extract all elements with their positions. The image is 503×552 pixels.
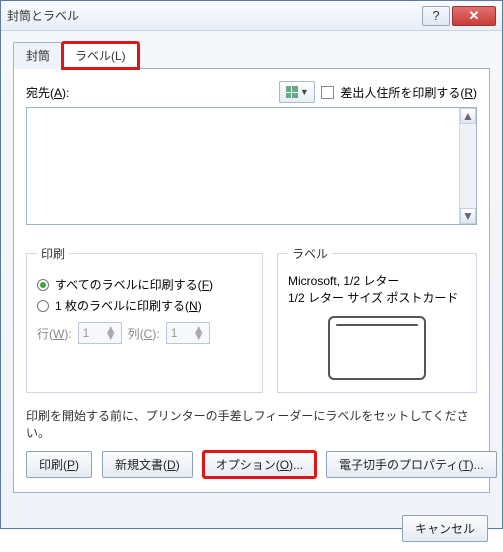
radio-print-all[interactable]: すべてのラベルに印刷する(F) (37, 276, 252, 293)
dialog-window: 封筒とラベル ? ✕ 封筒 ラベル(L) 宛先(A): ▼ 差 (0, 0, 503, 529)
label-line2: 1/2 レター サイズ ポストカード (288, 289, 466, 306)
spinner-arrows-icon: ▲▼ (105, 326, 117, 340)
address-textarea[interactable]: ▲ ▼ (26, 107, 477, 225)
tab-label[interactable]: ラベル(L) (62, 42, 139, 69)
spinner-arrows-icon: ▲▼ (193, 326, 205, 340)
close-button[interactable]: ✕ (452, 6, 496, 26)
row-col-controls: 行(W): 1 ▲▼ 列(C): 1 ▲▼ (37, 322, 252, 344)
print-group: 印刷 すべてのラベルに印刷する(F) 1 枚のラベルに印刷する(N) (26, 245, 263, 393)
print-button[interactable]: 印刷(P) (26, 451, 92, 478)
address-label: 宛先(A): (26, 84, 69, 101)
label-legend: ラベル (288, 245, 332, 262)
client-area: 封筒 ラベル(L) 宛先(A): ▼ 差出人住所を印刷する(R) (1, 31, 502, 505)
address-header-row: 宛先(A): ▼ 差出人住所を印刷する(R) (26, 81, 477, 103)
chevron-down-icon: ▼ (300, 87, 309, 97)
col-label: 列(C): (128, 325, 160, 342)
print-legend: 印刷 (37, 245, 69, 262)
window-buttons: ? ✕ (422, 6, 496, 26)
row-label: 行(W): (37, 325, 72, 342)
col-spinner[interactable]: 1 ▲▼ (166, 322, 210, 344)
options-button[interactable]: オプション(O)... (203, 451, 316, 478)
radio-print-one-label: 1 枚のラベルに印刷する(N) (55, 297, 202, 314)
scroll-up-icon[interactable]: ▲ (460, 108, 476, 124)
sender-address-checkbox[interactable] (321, 86, 334, 99)
label-group: ラベル Microsoft, 1/2 レター 1/2 レター サイズ ポストカー… (277, 245, 477, 393)
titlebar: 封筒とラベル ? ✕ (1, 1, 502, 31)
row-spinner[interactable]: 1 ▲▼ (78, 322, 122, 344)
radio-icon (37, 279, 49, 291)
address-book-icon (286, 86, 298, 98)
radio-print-one[interactable]: 1 枚のラベルに印刷する(N) (37, 297, 252, 314)
sender-address-label: 差出人住所を印刷する(R) (340, 84, 477, 101)
window-title: 封筒とラベル (7, 7, 422, 24)
action-buttons: 印刷(P) 新規文書(D) オプション(O)... 電子切手のプロパティ(T).… (26, 451, 477, 478)
new-document-button[interactable]: 新規文書(D) (102, 451, 193, 478)
label-line1: Microsoft, 1/2 レター (288, 272, 466, 289)
radio-icon (37, 300, 49, 312)
label-card-icon (328, 316, 426, 380)
radio-print-all-label: すべてのラベルに印刷する(F) (55, 276, 213, 293)
estamp-button[interactable]: 電子切手のプロパティ(T)... (326, 451, 497, 478)
hint-text: 印刷を開始する前に、プリンターの手差しフィーダーにラベルをセットしてください。 (26, 407, 477, 441)
address-book-button[interactable]: ▼ (279, 81, 315, 103)
help-button[interactable]: ? (422, 6, 450, 26)
tab-panel-label: 宛先(A): ▼ 差出人住所を印刷する(R) ▲ ▼ (13, 68, 490, 493)
tab-envelope[interactable]: 封筒 (13, 42, 63, 69)
group-row: 印刷 すべてのラベルに印刷する(F) 1 枚のラベルに印刷する(N) (26, 245, 477, 393)
scrollbar[interactable]: ▲ ▼ (459, 108, 476, 224)
tab-strip: 封筒 ラベル(L) (13, 42, 490, 69)
label-preview[interactable] (288, 316, 466, 380)
scroll-down-icon[interactable]: ▼ (460, 208, 476, 224)
